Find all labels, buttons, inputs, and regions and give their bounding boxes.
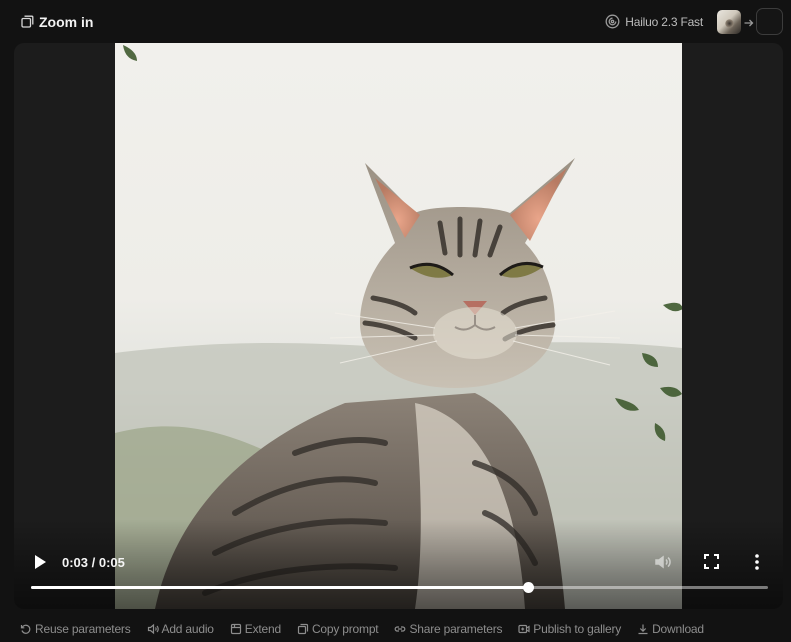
action-label: Extend <box>244 622 281 636</box>
stack-icon <box>21 15 34 28</box>
hailuo-logo-icon <box>605 14 620 29</box>
action-label: Reuse parameters <box>35 622 131 636</box>
progress-thumb[interactable] <box>522 582 534 593</box>
header-right: Hailuo 2.3 Fast <box>605 8 783 35</box>
video-player[interactable]: 0:03 / 0:05 <box>14 43 783 609</box>
action-label: Publish to gallery <box>533 622 622 636</box>
fullscreen-icon[interactable] <box>704 554 719 569</box>
page-title: Zoom in <box>39 13 94 30</box>
action-bar: Reuse parameters Add audio Extend Copy p… <box>0 619 791 639</box>
reuse-parameters-button[interactable]: Reuse parameters <box>20 622 131 636</box>
progress-bar[interactable] <box>31 582 768 593</box>
copy-icon <box>297 623 309 635</box>
app-window: Zoom in Hailuo 2.3 Fast 0:03 / 0:05 Reus… <box>0 0 791 642</box>
audio-icon <box>147 623 159 635</box>
action-label: Share parameters <box>409 622 503 636</box>
model-badge[interactable]: Hailuo 2.3 Fast <box>605 14 703 29</box>
source-image-thumbnail[interactable] <box>717 9 741 34</box>
copy-prompt-button[interactable]: Copy prompt <box>297 622 379 636</box>
output-placeholder[interactable] <box>756 8 783 35</box>
model-name: Hailuo 2.3 Fast <box>625 14 703 29</box>
action-label: Download <box>652 622 704 636</box>
action-label: Add audio <box>161 622 214 636</box>
title-wrap: Zoom in <box>21 14 93 30</box>
time-display: 0:03 / 0:05 <box>62 555 125 570</box>
reuse-icon <box>20 624 31 634</box>
arrow-right-icon <box>743 16 755 28</box>
extend-icon <box>230 623 241 635</box>
publish-to-gallery-button[interactable]: Publish to gallery <box>518 622 621 636</box>
more-options-icon[interactable] <box>754 553 760 571</box>
action-label: Copy prompt <box>311 622 379 636</box>
progress-fill <box>31 586 528 589</box>
header: Zoom in Hailuo 2.3 Fast <box>0 0 791 43</box>
add-audio-button[interactable]: Add audio <box>147 622 214 636</box>
volume-icon[interactable] <box>654 553 672 571</box>
extend-button[interactable]: Extend <box>230 622 281 636</box>
link-icon <box>395 626 406 632</box>
download-button[interactable]: Download <box>637 622 704 636</box>
play-icon[interactable] <box>32 553 48 571</box>
download-icon <box>638 624 648 635</box>
share-parameters-button[interactable]: Share parameters <box>394 622 502 636</box>
publish-icon <box>518 624 530 634</box>
